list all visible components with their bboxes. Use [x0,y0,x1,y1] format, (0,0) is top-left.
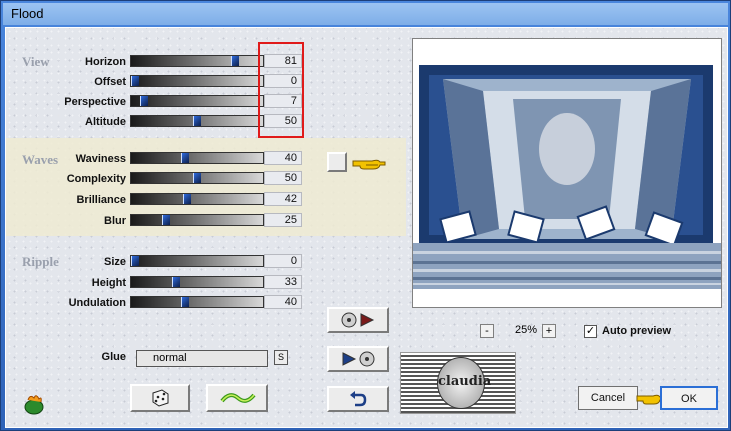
brilliance-value[interactable]: 42 [264,192,302,206]
dialog-body: View Waves Ripple Horizon 81 Offset 0 Pe… [5,27,728,428]
horizon-row: Horizon [6,55,126,69]
cancel-button[interactable]: Cancel [578,386,638,410]
stamp-text: claudia [438,374,492,389]
auto-preview-checkbox[interactable]: ✓ [584,325,597,338]
blur-slider[interactable] [130,214,264,226]
undulation-value[interactable]: 40 [264,295,302,309]
height-value[interactable]: 33 [264,275,302,289]
waviness-slider-thumb[interactable] [181,153,189,163]
complexity-slider[interactable] [130,172,264,184]
horizon-slider[interactable] [130,55,264,67]
glue-select[interactable]: normal [136,350,268,367]
height-slider-thumb[interactable] [172,277,180,287]
ok-button[interactable]: OK [660,386,718,410]
stamp-logo: claudia [437,357,492,409]
brilliance-slider[interactable] [130,193,264,205]
waviness-slider[interactable] [130,152,264,164]
offset-row: Offset [6,75,126,89]
size-value[interactable]: 0 [264,254,302,268]
waviness-label: Waviness [75,153,126,165]
blur-row: Blur [6,214,126,228]
waviness-value[interactable]: 40 [264,151,302,165]
wave-options-button[interactable] [327,152,347,172]
randomize-button[interactable] [130,384,190,412]
dice-icon [150,389,170,412]
size-label: Size [103,256,126,268]
perspective-label: Perspective [64,96,126,108]
blur-label: Blur [104,215,126,227]
preview-image [413,39,721,307]
horizon-slider-thumb[interactable] [231,56,239,66]
filter-logo-icon [22,392,46,421]
size-slider[interactable] [130,255,264,267]
complexity-label: Complexity [66,173,126,185]
disc-play-icon [341,312,377,333]
altitude-slider-thumb[interactable] [193,116,201,126]
zoom-in-button[interactable]: + [542,324,556,338]
complexity-row: Complexity [6,172,126,186]
highlight-frame [258,42,304,138]
altitude-label: Altitude [85,116,126,128]
blur-slider-thumb[interactable] [162,215,170,225]
load-preset-button[interactable] [327,307,389,333]
brilliance-row: Brilliance [6,193,126,207]
perspective-slider-thumb[interactable] [140,96,148,106]
offset-slider[interactable] [130,75,264,87]
offset-slider-thumb[interactable] [131,76,139,86]
undulation-slider-thumb[interactable] [181,297,189,307]
brilliance-label: Brilliance [76,194,126,206]
pointing-hand-icon [352,154,386,177]
waviness-row: Waviness [6,152,126,166]
complexity-value[interactable]: 50 [264,171,302,185]
flood-dialog: Flood View Waves Ripple Horizon 81 Offse… [0,0,731,431]
zoom-level: 25% [514,324,538,336]
blur-value[interactable]: 25 [264,213,302,227]
preview-panel[interactable] [412,38,722,308]
play-disc-icon [341,351,377,372]
zoom-out-button[interactable]: - [480,324,494,338]
height-slider[interactable] [130,276,264,288]
wave-icon [220,391,256,410]
reset-button[interactable] [327,386,389,412]
auto-preview-label: Auto preview [602,325,672,337]
size-row: Size [6,255,126,269]
height-row: Height [6,276,126,290]
undulation-label: Undulation [68,297,126,309]
author-stamp: claudia [400,352,516,414]
perspective-row: Perspective [6,95,126,109]
offset-label: Offset [94,76,126,88]
undo-icon [349,391,367,412]
glue-s-button[interactable]: S [274,350,288,365]
horizon-label: Horizon [85,56,126,68]
window-title: Flood [3,3,728,25]
save-preset-button[interactable] [327,346,389,372]
perspective-slider[interactable] [130,95,264,107]
complexity-slider-thumb[interactable] [193,173,201,183]
brilliance-slider-thumb[interactable] [183,194,191,204]
size-slider-thumb[interactable] [131,256,139,266]
undulation-row: Undulation [6,296,126,310]
altitude-slider[interactable] [130,115,264,127]
effect-toggle-button[interactable] [206,384,268,412]
altitude-row: Altitude [6,115,126,129]
glue-label: Glue [101,351,126,363]
height-label: Height [91,277,126,289]
undulation-slider[interactable] [130,296,264,308]
